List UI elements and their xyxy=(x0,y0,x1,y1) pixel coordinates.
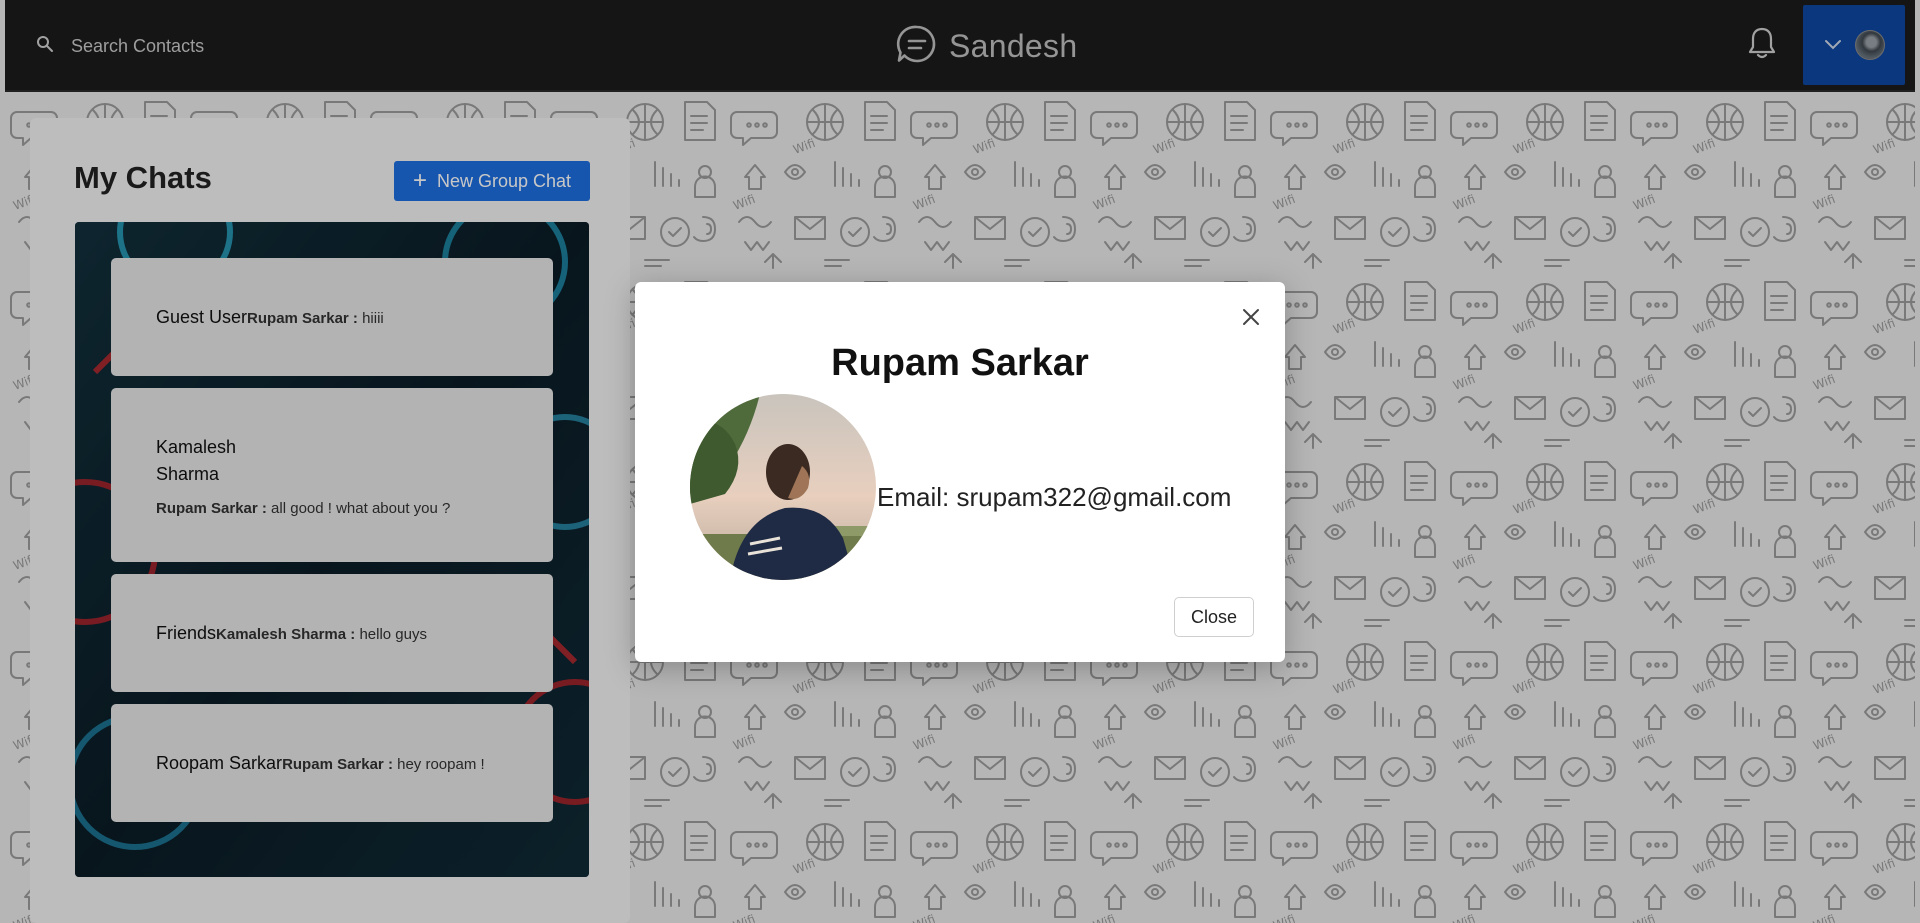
close-icon[interactable] xyxy=(1240,306,1262,328)
profile-photo xyxy=(690,394,876,580)
profile-name: Rupam Sarkar xyxy=(831,342,1089,384)
close-button[interactable]: Close xyxy=(1174,597,1254,637)
email-value: srupam322@gmail.com xyxy=(956,482,1232,512)
email-label: Email: xyxy=(877,482,950,512)
profile-modal: Rupam Sarkar Email: srupam322@gmail.com … xyxy=(635,282,1285,662)
profile-email: Email: srupam322@gmail.com xyxy=(877,482,1231,513)
